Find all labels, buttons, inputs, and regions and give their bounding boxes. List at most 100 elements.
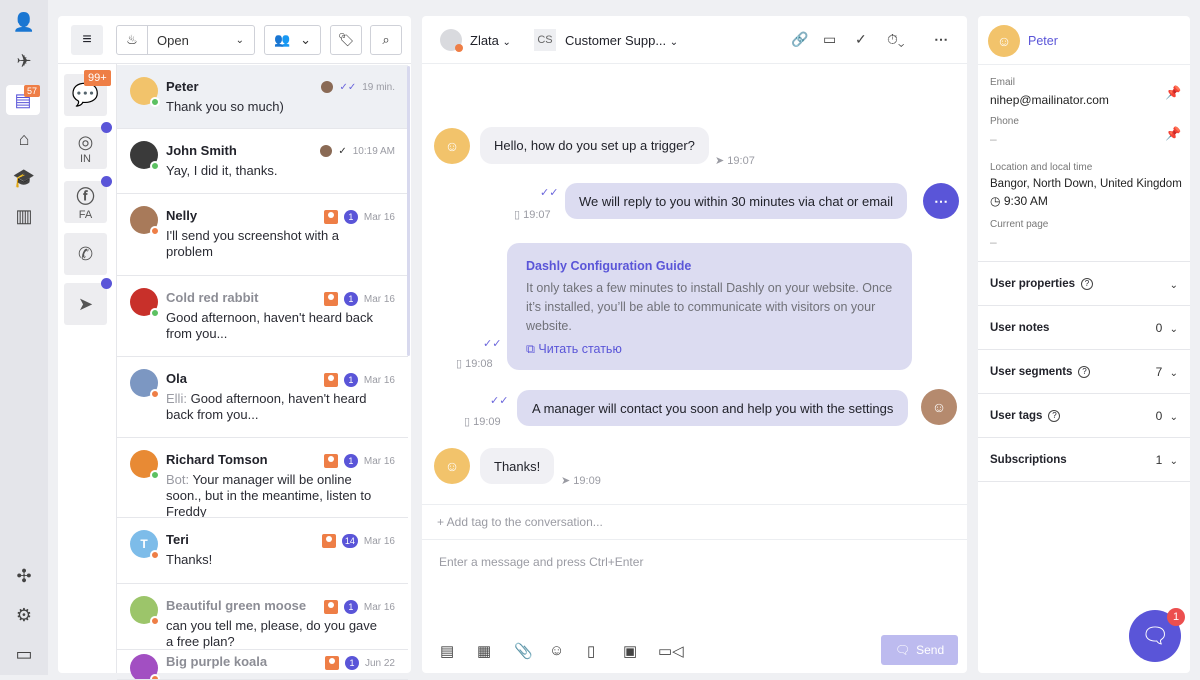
visitor-icon xyxy=(323,292,338,306)
templates-icon[interactable]: ▦ xyxy=(477,642,491,660)
divider xyxy=(978,481,1190,482)
calendar-icon[interactable]: ▣ xyxy=(623,642,637,660)
email-value[interactable]: nihep@mailinator.com xyxy=(990,93,1109,107)
tag-icon: 🏷 xyxy=(337,32,355,47)
scrollbar[interactable] xyxy=(407,66,410,356)
operator-mini-avatar xyxy=(320,145,333,157)
section-user-notes[interactable]: User notes 0 ⌄ xyxy=(978,305,1190,349)
preview-prefix: Elli: xyxy=(166,391,187,406)
unread-count: 1 xyxy=(344,656,359,670)
help-icon[interactable]: ? xyxy=(1078,365,1091,378)
assignee-filter[interactable]: 👥 ⌄ xyxy=(264,25,321,55)
help-icon[interactable]: ? xyxy=(1048,409,1061,422)
conversation-item[interactable]: Ola 1 Mar 16 Elli: Good afternoon, haven't … xyxy=(117,357,408,438)
conversation-time: Jun 22 xyxy=(364,657,395,669)
channel-facebook[interactable]: ⓕ FA xyxy=(64,176,112,223)
check-circle-icon[interactable]: ✓ xyxy=(855,31,867,48)
conversation-item[interactable]: Richard Tomson 1 Mar 16 Bot: Your manager w… xyxy=(117,438,408,518)
section-label: User tags xyxy=(990,409,1043,422)
user-avatar: ☺ xyxy=(988,25,1020,57)
emoji-icon[interactable]: ☺ xyxy=(549,642,564,659)
notes-icon[interactable]: ▤ xyxy=(440,642,454,660)
message-text: A manager will contact you soon and help… xyxy=(532,400,894,416)
status-filter[interactable]: ♨ Open ⌄ xyxy=(116,25,255,55)
academy-icon[interactable]: 🎓 xyxy=(10,164,38,192)
tag-filter[interactable]: 🏷 xyxy=(330,25,362,55)
pin-icon[interactable]: 📌 xyxy=(1165,85,1181,101)
assignee-select[interactable]: Zlata ⌄ xyxy=(470,33,511,48)
conversation-time: Mar 16 xyxy=(363,211,395,223)
timer-icon[interactable]: ⏱⌄ xyxy=(887,31,905,48)
message: Thanks! xyxy=(480,448,555,484)
link-icon[interactable]: 🔗 xyxy=(791,31,808,48)
chat-widget-button[interactable]: 🗨 1 xyxy=(1129,608,1185,662)
conversation-preview: can you tell me, please, do you gave a f… xyxy=(166,618,381,649)
conversation-item[interactable]: Nelly 1 Mar 16 I'll send you screenshot wit… xyxy=(117,194,408,276)
section-label: Subscriptions xyxy=(990,453,1067,466)
bot-icon[interactable]: ⌂ xyxy=(10,125,38,153)
chevron-down-icon: ⌄ xyxy=(669,37,679,48)
conversation-item[interactable]: Big purple koala 1 Jun 22 xyxy=(117,650,408,680)
contact-avatar: T xyxy=(130,530,160,560)
divider xyxy=(978,64,1190,65)
rocket-icon[interactable]: ✈ xyxy=(10,47,38,75)
conversation-item[interactable]: Cold red rabbit 1 Mar 16 Good afternoon, ha… xyxy=(117,276,408,357)
instagram-icon: ◎ xyxy=(77,131,94,152)
attachment-icon[interactable]: 📎 xyxy=(514,642,533,660)
send-button[interactable]: 🗨 Send xyxy=(881,635,958,665)
search-button[interactable]: ⌕ xyxy=(370,25,402,55)
conversation-item[interactable]: Beautiful green moose 1 Mar 16 can you tell… xyxy=(117,584,408,650)
knowledge-base-icon[interactable]: ▯ xyxy=(587,642,595,660)
puzzle-icon[interactable]: ✣ xyxy=(10,562,38,590)
assignee-avatar xyxy=(440,29,463,52)
article-link[interactable]: ⧉ Читать статью xyxy=(526,342,893,357)
user-name-link[interactable]: Peter xyxy=(1028,34,1058,48)
channel-all[interactable]: 💬 99+ xyxy=(64,70,111,116)
channel-telegram[interactable]: ➤ xyxy=(64,278,112,325)
main-nav: 👤 ✈ ▤ 57 ⌂ 🎓 ▥ ✣ ⚙ ▭ xyxy=(0,0,48,675)
section-user-properties[interactable]: User properties? ⌄ xyxy=(978,261,1190,305)
video-icon[interactable]: ▭◁ xyxy=(658,642,684,660)
send-icon: 🗨 xyxy=(894,643,911,657)
chat-icon: 🗨 xyxy=(1141,623,1169,648)
unread-dot xyxy=(101,122,112,133)
section-user-tags[interactable]: User tags? 0 ⌄ xyxy=(978,393,1190,437)
conversation-meta: 1 Mar 16 xyxy=(323,373,395,387)
chats-icon[interactable]: ▤ 57 xyxy=(6,85,40,115)
team-select[interactable]: Customer Supp... ⌄ xyxy=(565,33,678,48)
message-input[interactable]: Enter a message and press Ctrl+Enter xyxy=(439,555,939,569)
chevron-down-icon: ⌄ xyxy=(235,34,244,46)
channel-whatsapp[interactable]: ✆ xyxy=(64,233,107,275)
conversation-time: Mar 16 xyxy=(363,601,395,613)
chevron-down-icon: ⌄ xyxy=(300,32,312,47)
conversation-meta: 14 Mar 16 xyxy=(321,534,395,548)
settings-icon[interactable]: ⚙ xyxy=(10,601,38,629)
billing-icon[interactable]: ▭ xyxy=(10,640,38,668)
unread-dot xyxy=(101,278,112,289)
preview-text: Good afternoon, haven't heard back from … xyxy=(166,310,374,341)
conversation-item[interactable]: John Smith ✓ 10:19 AM Yay, I did it, thanks… xyxy=(117,129,408,194)
search-icon: ⌕ xyxy=(382,32,390,47)
comments-icon[interactable]: ▭ xyxy=(823,31,836,48)
more-icon[interactable]: ⋯ xyxy=(934,31,948,48)
phone-value: – xyxy=(990,132,997,146)
help-icon[interactable]: ? xyxy=(1081,277,1094,290)
message: A manager will contact you soon and help… xyxy=(517,390,909,426)
visitor-icon xyxy=(321,534,336,548)
menu-button[interactable]: ≡ xyxy=(71,25,103,55)
users-icon[interactable]: 👤 xyxy=(10,8,38,36)
channel-instagram[interactable]: ◎ IN xyxy=(64,122,112,169)
conversation-item[interactable]: Peter ✓✓ 19 min. Thank you so much) xyxy=(117,65,408,129)
message-text: Hello, how do you set up a trigger? xyxy=(494,138,695,153)
section-user-segments[interactable]: User segments? 7 ⌄ xyxy=(978,349,1190,393)
status-dot xyxy=(150,97,160,107)
reports-icon[interactable]: ▥ xyxy=(10,202,38,230)
conversation-preview: Bot: Your manager will be online soon., … xyxy=(166,472,381,517)
status-dot xyxy=(150,470,160,480)
conversation-item[interactable]: T Teri 14 Mar 16 Thanks! xyxy=(117,518,408,584)
bot-avatar: ⋯ xyxy=(923,183,959,219)
add-tag-input[interactable]: + Add tag to the conversation... xyxy=(437,515,603,529)
pin-icon[interactable]: 📌 xyxy=(1165,126,1181,142)
chevron-down-icon: ⌄ xyxy=(1169,279,1178,291)
section-subscriptions[interactable]: Subscriptions 1 ⌄ xyxy=(978,437,1190,481)
